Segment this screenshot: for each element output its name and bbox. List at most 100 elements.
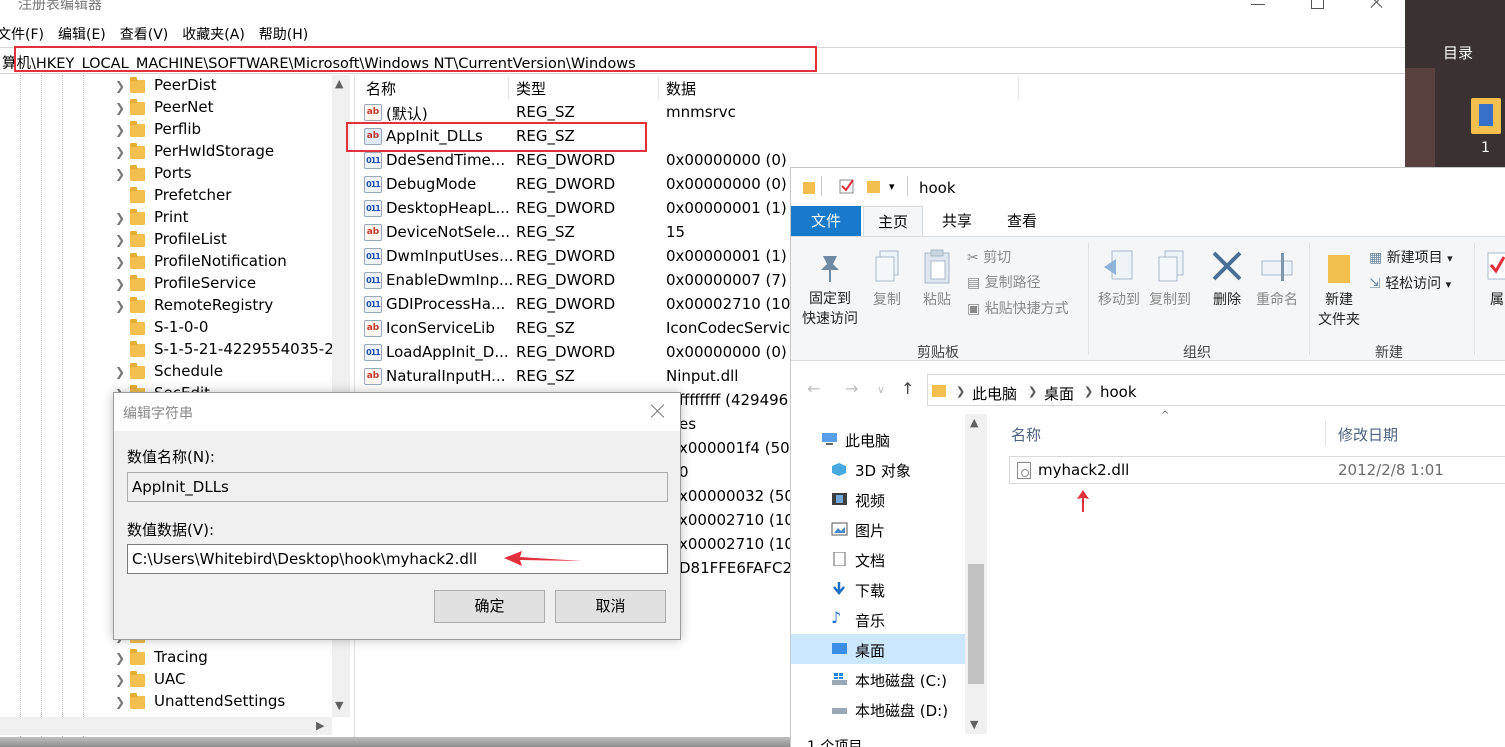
quick-access-dropdown-icon[interactable]: ▾: [889, 180, 895, 193]
new-folder-icon[interactable]: [867, 179, 880, 193]
chevron-right-icon[interactable]: ❯: [1084, 385, 1093, 398]
chevron-right-icon[interactable]: ❯: [115, 211, 125, 225]
pin-to-quick-access-button[interactable]: 固定到 快速访问: [797, 252, 863, 328]
nav-item-local-disk-d[interactable]: 本地磁盘 (D:): [791, 694, 965, 724]
paste-shortcut-button[interactable]: ▣ 粘贴快捷方式: [967, 298, 1069, 318]
nav-item-documents[interactable]: 文档: [791, 544, 965, 574]
rename-button[interactable]: 重命名: [1251, 249, 1303, 309]
nav-scrollbar[interactable]: ▲ ▼: [965, 414, 987, 734]
nav-item-videos[interactable]: 视频: [791, 484, 965, 514]
column-header-name[interactable]: 名称: [1011, 424, 1041, 445]
column-header-modified[interactable]: 修改日期: [1338, 424, 1398, 445]
up-arrow-icon[interactable]: ↑: [901, 379, 914, 398]
column-divider[interactable]: [1325, 420, 1326, 446]
easy-access-button[interactable]: ⇲ 轻松访问 ▾: [1369, 273, 1451, 293]
cut-button[interactable]: ✂ 剪切: [967, 247, 1011, 267]
scroll-up-icon[interactable]: ▲: [970, 416, 978, 429]
nav-item-local-disk-c[interactable]: 本地磁盘 (C:): [791, 664, 965, 694]
tab-home[interactable]: 主页: [863, 206, 923, 236]
dropdown-arrow-icon[interactable]: ▾: [1446, 278, 1452, 291]
copy-icon: [875, 250, 899, 282]
nav-item-desktop[interactable]: 桌面: [791, 634, 965, 664]
chevron-right-icon[interactable]: ❯: [115, 79, 125, 93]
menu-edit[interactable]: 编辑(E): [58, 24, 106, 46]
tab-view[interactable]: 查看: [992, 206, 1052, 236]
chevron-right-icon[interactable]: ❯: [115, 365, 125, 379]
chevron-right-icon[interactable]: ❯: [115, 695, 125, 709]
minimize-button[interactable]: [1243, 0, 1273, 12]
nav-item-this-pc[interactable]: 此电脑: [791, 424, 965, 454]
nav-item-downloads[interactable]: 下载: [791, 574, 965, 604]
dword-value-icon: 011: [364, 344, 382, 361]
nav-item-3d-objects[interactable]: 3D 对象: [791, 454, 965, 484]
chevron-right-icon[interactable]: ❯: [956, 385, 965, 398]
nav-scroll-thumb[interactable]: [968, 564, 984, 684]
chevron-right-icon[interactable]: ❯: [1028, 385, 1037, 398]
value-data-input[interactable]: C:\Users\Whitebird\Desktop\hook\myhack2.…: [127, 544, 668, 574]
download-arrow-icon: [833, 582, 845, 595]
annotation-arrow-left: [504, 551, 582, 566]
tab-file[interactable]: 文件: [791, 206, 861, 236]
scroll-down-icon[interactable]: ▼: [335, 699, 343, 712]
column-header-name[interactable]: 名称: [366, 78, 396, 99]
copy-path-button[interactable]: ▤ 复制路径: [967, 272, 1041, 292]
scroll-up-icon[interactable]: ▲: [335, 77, 343, 90]
tab-share[interactable]: 共享: [927, 206, 987, 236]
column-divider[interactable]: [1018, 77, 1019, 99]
breadcrumb-this-pc[interactable]: 此电脑: [972, 383, 1017, 404]
ok-button[interactable]: 确定: [434, 590, 545, 623]
chevron-right-icon[interactable]: ❯: [115, 233, 125, 247]
scroll-down-icon[interactable]: ▼: [970, 718, 978, 731]
recent-dropdown-icon[interactable]: ∨: [877, 383, 885, 396]
chevron-right-icon[interactable]: ❯: [115, 145, 125, 159]
nav-item-music[interactable]: ♪ 音乐: [791, 604, 965, 634]
new-folder-button[interactable]: 新建 文件夹: [1315, 249, 1363, 329]
move-to-button[interactable]: 移动到: [1095, 249, 1143, 309]
scissors-icon: ✂: [967, 250, 979, 266]
chevron-right-icon[interactable]: ❯: [115, 123, 125, 137]
properties-button[interactable]: 属: [1485, 249, 1505, 309]
chevron-right-icon[interactable]: ❯: [115, 299, 125, 313]
menu-favorites[interactable]: 收藏夹(A): [182, 24, 245, 46]
delete-button[interactable]: 删除: [1205, 249, 1249, 309]
copy-button[interactable]: 复制: [865, 249, 909, 309]
chevron-right-icon[interactable]: ❯: [115, 101, 125, 115]
menu-view[interactable]: 查看(V): [120, 24, 169, 46]
desktop-file-icon[interactable]: [1471, 98, 1501, 134]
column-divider[interactable]: [508, 77, 509, 99]
menu-help[interactable]: 帮助(H): [259, 24, 308, 46]
back-arrow-icon[interactable]: ←: [807, 379, 820, 398]
copy-to-button[interactable]: 复制到: [1145, 249, 1195, 309]
properties-check-icon[interactable]: [839, 178, 855, 194]
column-divider[interactable]: [658, 77, 659, 99]
scroll-right-icon[interactable]: ▶: [316, 719, 324, 732]
new-folder-icon: [1328, 255, 1350, 283]
new-item-button[interactable]: ▦ 新建项目 ▾: [1369, 247, 1453, 267]
cancel-button[interactable]: 取消: [555, 590, 666, 623]
menu-file[interactable]: 文件(F): [0, 24, 44, 46]
dropdown-arrow-icon[interactable]: ▾: [1447, 252, 1453, 265]
chevron-right-icon[interactable]: ❯: [115, 255, 125, 269]
column-header-type[interactable]: 类型: [516, 78, 546, 99]
column-header-data[interactable]: 数据: [666, 78, 696, 99]
chevron-right-icon[interactable]: ❯: [115, 277, 125, 291]
chevron-right-icon[interactable]: ❯: [115, 167, 125, 181]
dialog-close-icon[interactable]: [650, 403, 666, 419]
folder-icon: [130, 165, 145, 181]
breadcrumb-hook[interactable]: hook: [1100, 383, 1137, 401]
chevron-right-icon[interactable]: ❯: [115, 651, 125, 665]
forward-arrow-icon[interactable]: →: [845, 379, 858, 398]
breadcrumb-desktop[interactable]: 桌面: [1044, 383, 1074, 404]
value-name-field[interactable]: AppInit_DLLs: [127, 472, 668, 502]
chevron-right-icon[interactable]: ❯: [115, 673, 125, 687]
file-row[interactable]: myhack2.dll 2012/2/8 1:01: [1009, 456, 1505, 484]
appinit-highlight-box: [346, 122, 647, 152]
folder-icon: [130, 187, 145, 203]
regedit-title: 注册表编辑器: [18, 0, 102, 13]
paste-button[interactable]: 粘贴: [915, 249, 959, 309]
tree-horizontal-scrollbar[interactable]: ▶: [0, 717, 332, 735]
nav-item-pictures[interactable]: 图片: [791, 514, 965, 544]
address-box[interactable]: ❯ 此电脑 ❯ 桌面 ❯ hook: [927, 374, 1505, 406]
maximize-button[interactable]: [1302, 0, 1332, 12]
close-button[interactable]: [1362, 0, 1392, 12]
